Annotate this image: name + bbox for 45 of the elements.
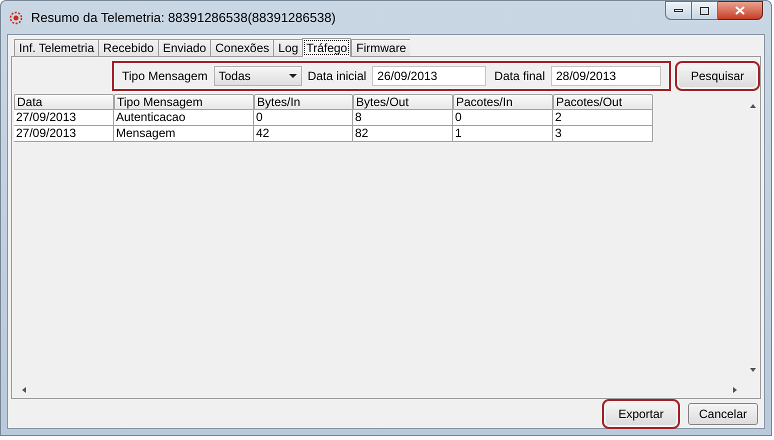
scroll-right-icon[interactable] bbox=[733, 387, 737, 393]
end-date-field[interactable]: 28/09/2013 bbox=[551, 66, 661, 86]
caret-icon bbox=[288, 74, 297, 78]
window-title: Resumo da Telemetria: 88391286538(88391286538) bbox=[31, 8, 336, 27]
column-header[interactable]: Bytes/In bbox=[254, 94, 353, 110]
app-icon bbox=[9, 10, 23, 24]
tab[interactable]: Tráfego bbox=[302, 38, 352, 57]
table-cell: 3 bbox=[553, 126, 653, 142]
scroll-down-icon[interactable] bbox=[750, 368, 756, 372]
maximize-button[interactable] bbox=[692, 1, 718, 20]
close-icon bbox=[735, 6, 745, 15]
column-header[interactable]: Pacotes/In bbox=[453, 94, 553, 110]
table-cell: 0 bbox=[453, 110, 553, 126]
close-button[interactable] bbox=[718, 1, 763, 20]
table-cell: 82 bbox=[353, 126, 453, 142]
table-cell: 0 bbox=[254, 110, 353, 126]
table-cell: 1 bbox=[453, 126, 553, 142]
column-header[interactable]: Bytes/Out bbox=[353, 94, 453, 110]
message-type-dropdown[interactable]: Todas bbox=[214, 66, 302, 86]
column-header[interactable]: Data bbox=[14, 94, 114, 110]
table-cell: 42 bbox=[254, 126, 353, 142]
tab[interactable]: Conexões bbox=[210, 39, 274, 56]
field-label: Tipo Mensagem bbox=[122, 68, 208, 84]
tab[interactable]: Recebido bbox=[98, 39, 158, 56]
minimize-button[interactable] bbox=[665, 1, 692, 20]
table-cell: 2 bbox=[553, 110, 653, 126]
tab[interactable]: Inf. Telemetria bbox=[14, 39, 98, 56]
table-cell: 27/09/2013 bbox=[14, 126, 114, 142]
tab[interactable]: Enviado bbox=[158, 39, 210, 56]
start-date-field[interactable]: 26/09/2013 bbox=[372, 66, 486, 86]
field-label: Data final bbox=[494, 68, 545, 84]
scroll-up-icon[interactable] bbox=[750, 104, 756, 108]
scroll-left-icon[interactable] bbox=[22, 387, 26, 393]
table-cell: Autenticacao bbox=[114, 110, 254, 126]
table-cell: 27/09/2013 bbox=[14, 110, 114, 126]
table-cell: Mensagem bbox=[114, 126, 254, 142]
column-header[interactable]: Tipo Mensagem bbox=[114, 94, 254, 110]
cancel-button[interactable]: Cancelar bbox=[688, 402, 758, 424]
tab[interactable]: Log bbox=[273, 39, 302, 56]
column-header[interactable]: Pacotes/Out bbox=[553, 94, 653, 110]
search-button[interactable]: Pesquisar bbox=[679, 64, 756, 86]
export-button[interactable]: Exportar bbox=[606, 402, 676, 424]
tab[interactable]: Firmware bbox=[351, 39, 410, 56]
field-label: Data inicial bbox=[308, 68, 366, 84]
table-cell: 8 bbox=[353, 110, 453, 126]
